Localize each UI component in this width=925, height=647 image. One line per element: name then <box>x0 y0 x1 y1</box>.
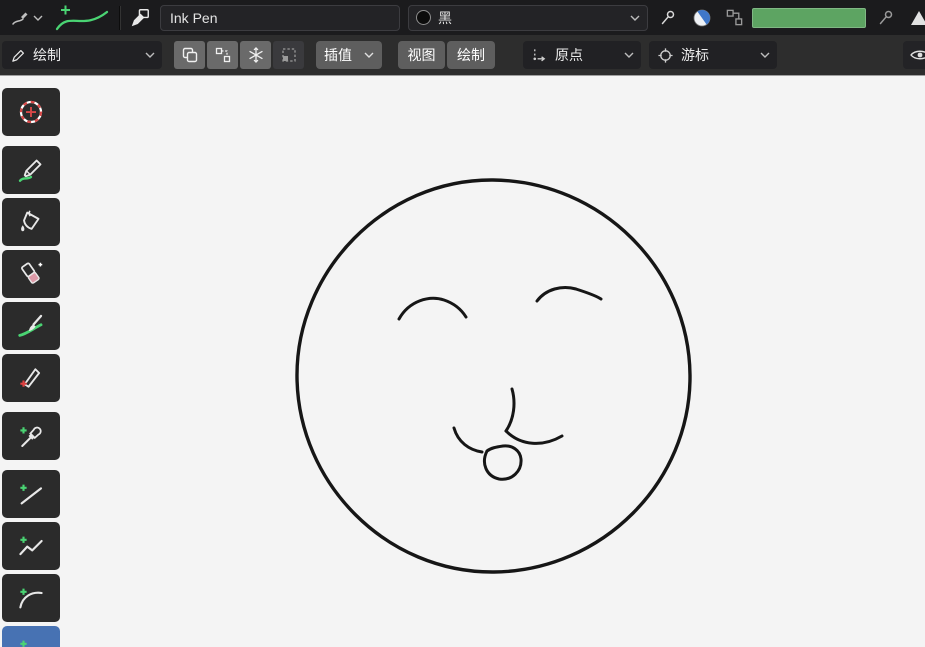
interpolate-dropdown[interactable]: 插值 <box>316 41 382 69</box>
material-sphere-icon[interactable] <box>690 5 714 31</box>
pushpin-glyph-icon <box>876 8 896 28</box>
brush-name-field[interactable]: Ink Pen <box>160 5 400 31</box>
proportional-edit-icon <box>280 46 298 64</box>
chevron-down-icon <box>145 52 155 58</box>
tint-tool-icon <box>16 311 46 341</box>
tool-curve[interactable] <box>2 626 60 647</box>
fill-tool-icon <box>16 207 46 237</box>
snap-toggle[interactable] <box>240 41 271 69</box>
pencil-icon <box>10 47 27 64</box>
automerge-toggle[interactable] <box>207 41 238 69</box>
greasepencil-editor-icon <box>10 8 30 28</box>
draw-tool-icon <box>16 155 46 185</box>
edit-option-toggles <box>174 41 304 69</box>
tool-polyline[interactable] <box>2 522 60 570</box>
blender-window: Ink Pen 黑 <box>0 0 925 647</box>
origin-label: 原点 <box>555 45 583 65</box>
separator <box>119 6 120 30</box>
clipped-header-icon[interactable] <box>903 5 925 31</box>
chevron-down-icon <box>364 52 374 58</box>
erase-tool-icon <box>16 259 46 289</box>
material-preview-icon <box>416 10 431 25</box>
tool-settings-header: Ink Pen 黑 <box>0 0 925 35</box>
tool-draw[interactable] <box>2 146 60 194</box>
draw-label: 绘制 <box>457 45 485 65</box>
tool-fill[interactable] <box>2 198 60 246</box>
origin-icon <box>531 47 548 64</box>
stroke-mouth-open <box>484 446 521 479</box>
cutter-tool-icon <box>16 363 46 393</box>
stroke-eye-right <box>537 288 601 302</box>
chevron-down-icon <box>33 15 43 21</box>
tool-glyph-icon <box>903 5 925 31</box>
mode-label: 绘制 <box>33 45 61 65</box>
nodes-icon[interactable] <box>722 5 746 31</box>
pin-icon-secondary[interactable] <box>874 5 898 31</box>
snowflake-icon <box>247 46 265 64</box>
arc-tool-icon <box>16 583 46 613</box>
clipped-overlay-button[interactable] <box>903 41 925 69</box>
brush-name-value: Ink Pen <box>170 10 217 26</box>
tool-line[interactable] <box>2 470 60 518</box>
curve-tool-icon <box>16 635 46 647</box>
proportional-edit-toggle[interactable] <box>273 41 304 69</box>
stroke-face-outline <box>297 180 690 572</box>
stroke-mouth-left <box>454 428 482 452</box>
view-label: 视图 <box>408 45 436 65</box>
brush-icon[interactable] <box>128 5 152 31</box>
tool-eyedropper[interactable] <box>2 412 60 460</box>
tool-cursor[interactable] <box>2 88 60 136</box>
guide-buttons: 视图 绘制 <box>398 41 495 69</box>
editor-type-selector[interactable] <box>6 6 47 30</box>
multiframe-toggle[interactable] <box>174 41 205 69</box>
chevron-down-icon <box>630 15 640 21</box>
polyline-tool-icon <box>16 531 46 561</box>
cursor-label: 游标 <box>681 45 709 65</box>
cursor-tool-icon <box>16 97 46 127</box>
toolbar <box>2 88 60 647</box>
stroke-mouth-center <box>506 389 514 431</box>
sphere-glyph-icon <box>692 8 712 28</box>
material-name: 黑 <box>438 8 452 28</box>
brush-glyph-icon <box>129 7 151 29</box>
view-button[interactable]: 视图 <box>398 41 445 69</box>
interpolate-label: 插值 <box>324 45 352 65</box>
duplicate-icon <box>181 46 199 64</box>
chevron-down-icon <box>624 52 634 58</box>
stroke-mouth-right <box>506 431 562 443</box>
eyedropper-tool-icon <box>16 421 46 451</box>
drawing-canvas[interactable] <box>0 0 925 647</box>
material-selector[interactable]: 黑 <box>408 5 648 31</box>
stroke-placement-dropdown[interactable]: 原点 <box>523 41 641 69</box>
nodes-glyph-icon <box>725 8 744 27</box>
stroke-eye-left <box>399 298 466 319</box>
drawing-plane-dropdown[interactable]: 游标 <box>649 41 777 69</box>
tool-erase[interactable] <box>2 250 60 298</box>
tool-tint[interactable] <box>2 302 60 350</box>
tool-cutter[interactable] <box>2 354 60 402</box>
mode-selector[interactable]: 绘制 <box>2 41 162 69</box>
merge-strokes-icon <box>214 46 232 64</box>
pushpin-glyph-icon <box>658 8 678 28</box>
mode-header: 绘制 <box>0 35 925 75</box>
vertex-color-swatch[interactable] <box>752 8 866 28</box>
chevron-down-icon <box>760 52 770 58</box>
draw-button[interactable]: 绘制 <box>447 41 495 69</box>
tool-arc[interactable] <box>2 574 60 622</box>
pin-icon[interactable] <box>656 5 680 31</box>
line-tool-icon <box>16 479 46 509</box>
eye-icon <box>909 46 925 64</box>
annotate-brush-preview-icon[interactable] <box>53 3 111 33</box>
cursor-crosshair-icon <box>657 47 674 64</box>
